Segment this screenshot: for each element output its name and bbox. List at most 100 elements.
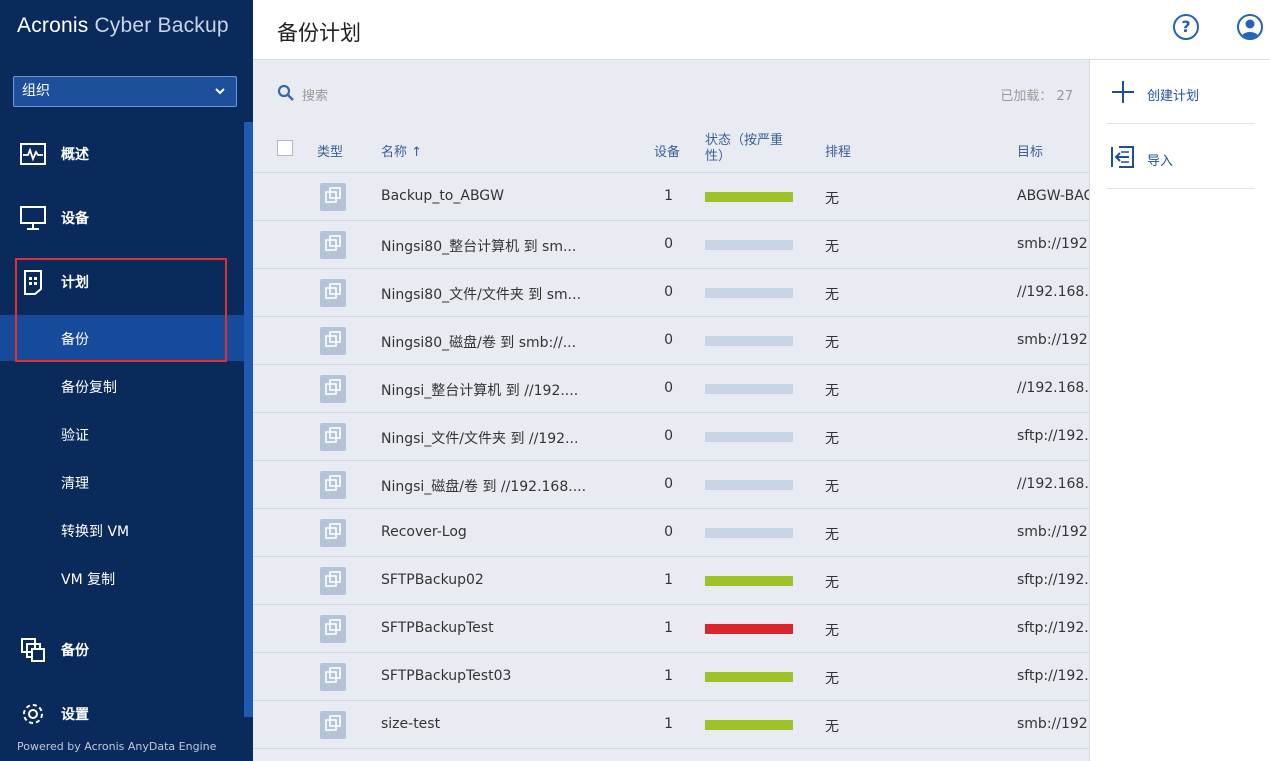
column-status-line2: 性） [705, 149, 732, 164]
plan-name[interactable]: size-test [381, 716, 440, 732]
plan-name[interactable]: SFTPBackup02 [381, 572, 484, 588]
sidebar-scrollbar[interactable] [244, 122, 253, 717]
loaded-count: 已加载： 27 [1000, 89, 1073, 104]
status-bar [705, 528, 793, 538]
plan-name[interactable]: Backup_to_ABGW [381, 188, 504, 204]
table-row[interactable]: Ningsi_磁盘/卷 到 //192.168.... 0 无 //192.168.2 [253, 461, 1089, 509]
plan-name[interactable]: Ningsi80_整台计算机 到 sm... [381, 236, 576, 256]
column-status[interactable]: 状态（按严重 性） [705, 133, 783, 165]
target-value: smb://192. [1017, 332, 1089, 348]
nav-item-overview[interactable]: 概述 [0, 129, 244, 179]
plan-name[interactable]: Ningsi80_文件/文件夹 到 sm... [381, 284, 581, 304]
schedule-value: 无 [825, 335, 839, 351]
table-row[interactable]: Ningsi_文件/文件夹 到 //192... 0 无 sftp://192.1 [253, 413, 1089, 461]
schedule-value: 无 [825, 287, 839, 303]
column-devices[interactable]: 设备 [654, 141, 680, 160]
device-count: 0 [664, 236, 673, 252]
user-account-button[interactable] [1237, 14, 1263, 40]
status-bar [705, 672, 793, 682]
table-row[interactable]: SFTPBackup02 1 无 sftp://192.1 [253, 557, 1089, 605]
help-button[interactable]: ? [1173, 14, 1199, 40]
target-value: sftp://192.1 [1017, 428, 1089, 444]
sub-item-backup-replication[interactable]: 备份复制 [0, 363, 244, 409]
main-content: 搜索 已加载： 27 类型 名称 ↑ 设备 状态（按严重 性） 排程 目标 Ba… [253, 60, 1089, 761]
nav-label-overview: 概述 [61, 147, 89, 163]
search-box[interactable]: 搜索 [277, 84, 577, 104]
chevron-down-icon [214, 77, 226, 117]
status-bar [705, 576, 793, 586]
import-label: 导入 [1147, 154, 1174, 169]
status-bar [705, 480, 793, 490]
import-button[interactable]: 导入 [1107, 125, 1255, 189]
plan-name[interactable]: Ningsi80_磁盘/卷 到 smb://... [381, 332, 576, 352]
plan-name[interactable]: SFTPBackupTest03 [381, 668, 511, 684]
sub-item-label: 备份复制 [61, 380, 117, 396]
nav-item-devices[interactable]: 设备 [0, 193, 244, 243]
table-row[interactable]: Backup_to_ABGW 1 无 ABGW-BAC [253, 173, 1089, 221]
backup-plan-icon [320, 183, 346, 211]
sub-item-convert-to-vm[interactable]: 转换到 VM [0, 507, 244, 553]
schedule-value: 无 [825, 431, 839, 447]
table-row[interactable]: Ningsi_整台计算机 到 //192.... 0 无 //192.168.2 [253, 365, 1089, 413]
brand-logo: Acronis Cyber Backup [17, 14, 229, 38]
schedule-value: 无 [825, 479, 839, 495]
status-bar [705, 192, 793, 202]
column-name[interactable]: 名称 ↑ [381, 141, 422, 160]
table-row[interactable]: Ningsi80_磁盘/卷 到 smb://... 0 无 smb://192. [253, 317, 1089, 365]
plan-name[interactable]: Ningsi_整台计算机 到 //192.... [381, 380, 578, 400]
schedule-value: 无 [825, 239, 839, 255]
column-target[interactable]: 目标 [1017, 141, 1043, 160]
device-count: 0 [664, 380, 673, 396]
plan-name[interactable]: Recover-Log [381, 524, 467, 540]
schedule-value: 无 [825, 383, 839, 399]
backup-plan-icon [320, 327, 346, 355]
backup-plan-icon [320, 711, 346, 739]
plan-name[interactable]: Ningsi_文件/文件夹 到 //192... [381, 428, 578, 448]
sub-item-vm-replication[interactable]: VM 复制 [0, 555, 244, 601]
backup-plan-icon [320, 567, 346, 595]
plan-name[interactable]: SFTPBackupTest [381, 620, 494, 636]
column-type[interactable]: 类型 [317, 141, 343, 160]
help-icon: ? [1181, 17, 1191, 36]
sub-item-cleanup[interactable]: 清理 [0, 459, 244, 505]
highlight-annotation [15, 258, 227, 362]
backup-plan-icon [320, 471, 346, 499]
org-select-value: 组织 [22, 83, 50, 99]
target-value: //192.168.2 [1017, 476, 1089, 492]
column-status-line1: 状态（按严重 [705, 133, 784, 148]
import-icon [1111, 145, 1135, 173]
device-count: 1 [664, 620, 673, 636]
nav-label-devices: 设备 [61, 211, 89, 227]
org-select[interactable]: 组织 [13, 76, 237, 107]
sub-item-validation[interactable]: 验证 [0, 411, 244, 457]
table-row[interactable]: size-test 1 无 smb://192. [253, 701, 1089, 749]
search-input[interactable]: 搜索 [302, 85, 328, 104]
target-value: //192.168.2 [1017, 380, 1089, 396]
table-row[interactable]: Ningsi80_文件/文件夹 到 sm... 0 无 //192.168.2 [253, 269, 1089, 317]
backup-plan-icon [320, 279, 346, 307]
device-count: 0 [664, 476, 673, 492]
sub-item-label: 转换到 VM [61, 524, 130, 540]
status-bar [705, 288, 793, 298]
table-row[interactable]: SFTPBackupTest03 1 无 sftp://192.1 [253, 653, 1089, 701]
nav-label-backups: 备份 [61, 643, 89, 659]
sidebar: Acronis Cyber Backup 组织 概述 设备 计划 备份 备份复制 … [0, 0, 253, 761]
table-row[interactable]: Ningsi80_整台计算机 到 sm... 0 无 smb://192. [253, 221, 1089, 269]
create-plan-label: 创建计划 [1147, 89, 1200, 104]
backup-plan-icon [320, 519, 346, 547]
backup-plan-icon [320, 423, 346, 451]
column-schedule[interactable]: 排程 [825, 141, 851, 160]
status-bar [705, 336, 793, 346]
target-value: //192.168.2 [1017, 284, 1089, 300]
target-value: sftp://192.1 [1017, 572, 1089, 588]
nav-item-settings[interactable]: 设置 [0, 689, 244, 739]
select-all-checkbox[interactable] [277, 140, 293, 156]
table-row[interactable]: Recover-Log 0 无 smb://192. [253, 509, 1089, 557]
create-plan-button[interactable]: 创建计划 [1107, 60, 1255, 124]
nav-item-backups[interactable]: 备份 [0, 625, 244, 675]
powered-by-text: Powered by Acronis AnyData Engine [17, 740, 217, 753]
sub-item-label: 验证 [61, 428, 89, 444]
table-row[interactable]: SFTPBackupTest 1 无 sftp://192.1 [253, 605, 1089, 653]
schedule-value: 无 [825, 719, 839, 735]
plan-name[interactable]: Ningsi_磁盘/卷 到 //192.168.... [381, 476, 586, 496]
